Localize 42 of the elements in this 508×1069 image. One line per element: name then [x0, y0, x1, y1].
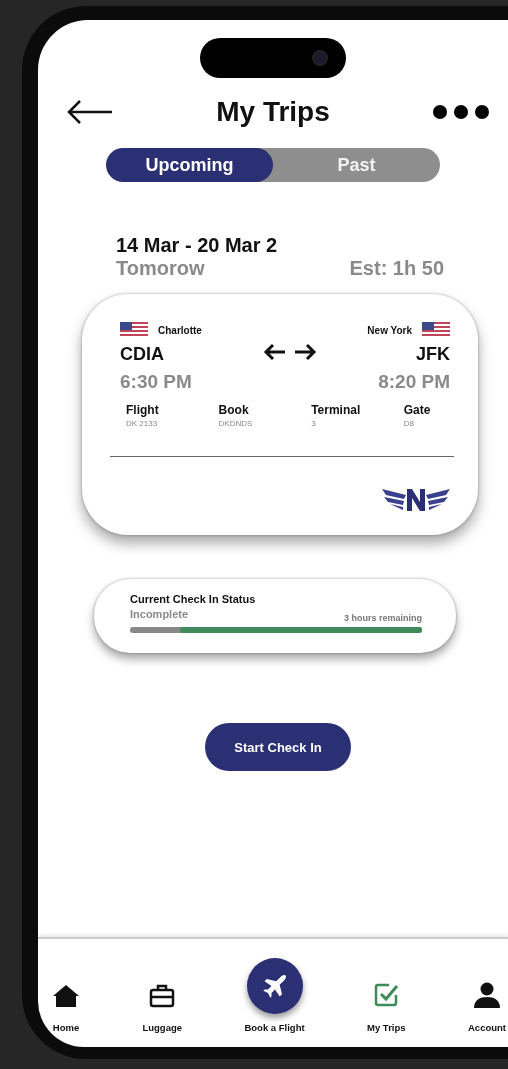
briefcase-icon: [149, 984, 176, 1008]
detail-value: DKDNDS: [218, 419, 254, 428]
checkbox-icon: [373, 982, 400, 1008]
more-dots-icon: [432, 104, 490, 120]
airplane-icon: [260, 972, 289, 1000]
detail-value: D8: [403, 419, 415, 428]
trip-day: Tomorow: [116, 257, 205, 280]
detail-value: DK 2133: [126, 419, 159, 428]
back-arrow-icon: [66, 99, 114, 125]
time-remaining: 3 hours remaining: [343, 613, 422, 623]
destination-code: JFK: [415, 344, 450, 365]
destination-city: New York: [367, 324, 412, 336]
nav-item[interactable]: Account: [468, 982, 506, 1033]
nav-item[interactable]: Book a Flight: [244, 958, 305, 1033]
start-check-in-button[interactable]: Start Check In: [205, 723, 351, 771]
home-icon: [52, 984, 80, 1008]
back-button[interactable]: [66, 99, 114, 125]
detail-value: 3: [311, 419, 317, 428]
status-title: Current Check In Status: [130, 593, 257, 605]
two-way-arrows-icon: [263, 342, 317, 361]
book-flight-button[interactable]: [246, 958, 303, 1014]
us-flag-icon: [422, 322, 450, 338]
arrival-time: 8:20 PM: [378, 371, 450, 393]
nav-item[interactable]: My Trips: [367, 982, 406, 1033]
nav-item[interactable]: Home: [52, 984, 80, 1033]
page-title: My Trips: [216, 96, 330, 128]
origin-code: CDIA: [120, 344, 164, 365]
person-icon: [473, 982, 501, 1008]
status-state: Incomplete: [130, 608, 189, 620]
trip-duration: Est: 1h 50: [349, 257, 444, 280]
detail-label: Gate: [403, 403, 432, 417]
detail-label: Flight: [126, 403, 160, 417]
trips-tab[interactable]: Upcoming: [106, 148, 273, 182]
more-button[interactable]: [432, 104, 490, 120]
nav-item[interactable]: Luggage: [142, 984, 182, 1033]
detail-label: Book: [218, 403, 250, 417]
camera-lens-icon: [312, 50, 328, 66]
us-flag-icon: [120, 322, 148, 338]
departure-time: 6:30 PM: [120, 371, 192, 393]
trip-dates: 14 Mar - 20 Mar 2: [116, 234, 279, 257]
detail-label: Terminal: [311, 403, 362, 417]
origin-city: Charlotte: [158, 324, 202, 336]
